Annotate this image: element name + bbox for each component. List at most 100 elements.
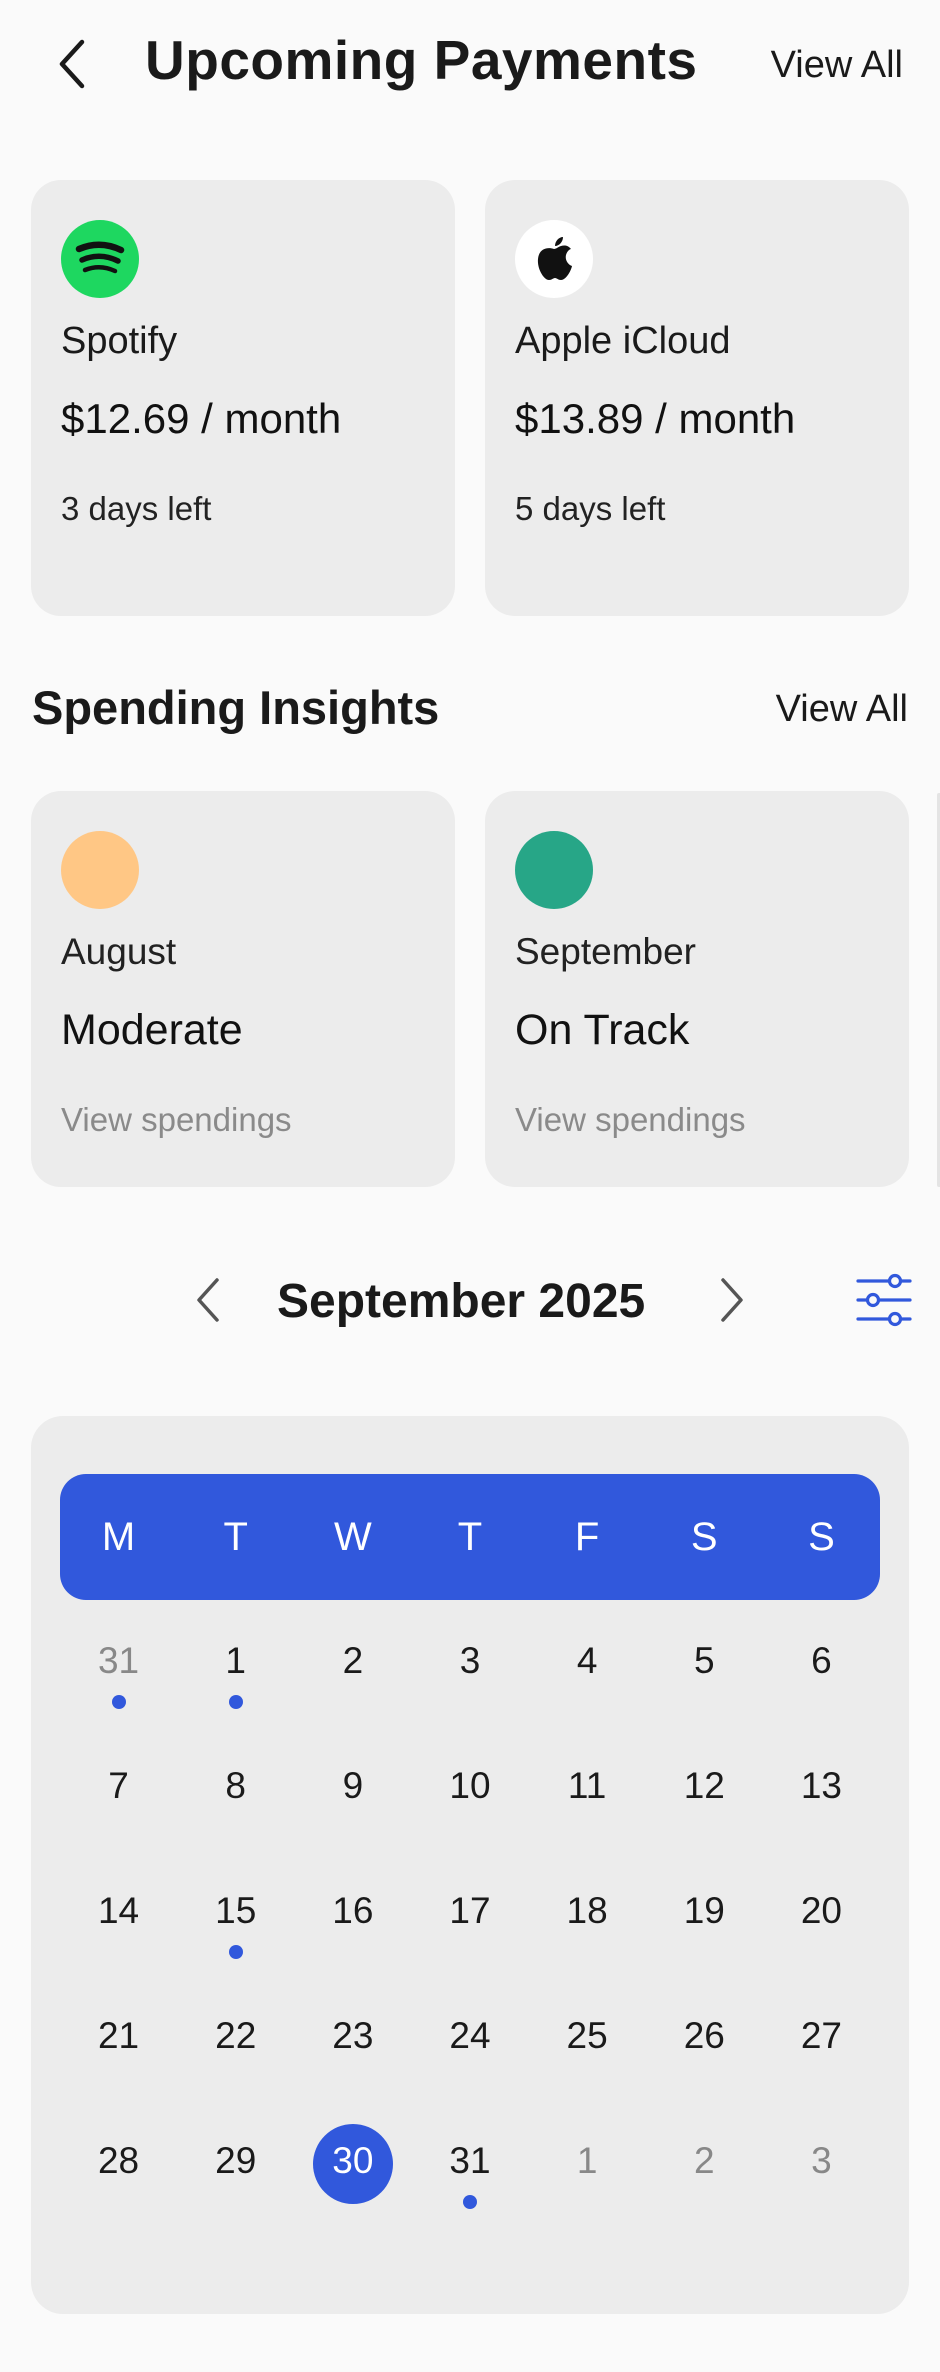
header: Upcoming Payments View All bbox=[0, 0, 940, 130]
calendar-day[interactable]: 7 bbox=[60, 1725, 177, 1850]
calendar-day-number: 2 bbox=[693, 2140, 715, 2181]
weekday-label: T bbox=[457, 1515, 483, 1559]
calendar-day[interactable]: 31 bbox=[60, 1600, 177, 1725]
payment-name: Apple iCloud bbox=[515, 320, 731, 362]
spotify-icon bbox=[61, 220, 139, 298]
calendar-day[interactable]: 3 bbox=[411, 1600, 528, 1725]
calendar-day[interactable]: 2 bbox=[646, 2100, 763, 2225]
calendar-day-number: 28 bbox=[97, 2140, 140, 2181]
payment-indicator-dot bbox=[111, 1695, 126, 1709]
calendar-day-number: 21 bbox=[97, 2015, 140, 2056]
spending-insights-title: Spending Insights bbox=[32, 681, 440, 734]
calendar-day[interactable]: 13 bbox=[763, 1725, 880, 1850]
calendar-day[interactable]: 29 bbox=[177, 2100, 294, 2225]
calendar-day-number: 4 bbox=[576, 1640, 598, 1681]
calendar-day-number: 6 bbox=[811, 1640, 832, 1681]
calendar-day-number: 2 bbox=[342, 1640, 364, 1681]
calendar-day-number: 24 bbox=[449, 2015, 491, 2056]
weekday-label: M bbox=[101, 1515, 136, 1559]
next-month-button[interactable] bbox=[704, 1260, 760, 1340]
previous-month-button[interactable] bbox=[180, 1260, 236, 1340]
calendar-day[interactable]: 19 bbox=[646, 1850, 763, 1975]
calendar-day[interactable]: 2 bbox=[294, 1600, 411, 1725]
calendar-day-number: 30 bbox=[332, 2140, 374, 2181]
calendar-day[interactable]: 11 bbox=[529, 1725, 646, 1850]
calendar-day-number: 27 bbox=[800, 2015, 842, 2056]
calendar-day[interactable]: 1 bbox=[177, 1600, 294, 1725]
calendar-day-number: 5 bbox=[693, 1640, 715, 1681]
calendar-day[interactable]: 14 bbox=[60, 1850, 177, 1975]
weekday-label: S bbox=[808, 1515, 835, 1559]
calendar-day[interactable]: 22 bbox=[177, 1975, 294, 2100]
insight-card-august[interactable]: August Moderate View spendings bbox=[31, 791, 455, 1187]
calendar-day[interactable]: 5 bbox=[646, 1600, 763, 1725]
weekday-label: W bbox=[333, 1515, 372, 1559]
calendar-day-number: 16 bbox=[332, 1890, 374, 1931]
calendar-day-number: 10 bbox=[449, 1765, 491, 1806]
calendar-week-row: 14 15 16 17 18 19 20 bbox=[31, 1850, 909, 1975]
weekday-label: S bbox=[690, 1515, 718, 1559]
calendar-day-number: 25 bbox=[566, 2015, 608, 2056]
calendar-day[interactable]: 28 bbox=[60, 2100, 177, 2225]
weekday-header: M T W T F S S bbox=[60, 1474, 880, 1600]
calendar-day[interactable]: 4 bbox=[529, 1600, 646, 1725]
calendar-day-selected[interactable]: 30 bbox=[294, 2100, 411, 2225]
calendar-day[interactable]: 17 bbox=[411, 1850, 528, 1975]
payment-card-spotify[interactable]: Spotify $12.69 / month 3 days left bbox=[31, 180, 455, 616]
payment-indicator-dot bbox=[228, 1695, 243, 1709]
calendar-day-number: 9 bbox=[342, 1765, 364, 1806]
calendar: M T W T F S S 31 1 2 3 4 5 6 7 8 9 10 11 12 13 14 15 16 1… bbox=[31, 1416, 909, 2314]
calendar-day-number: 3 bbox=[811, 2140, 832, 2181]
calendar-day[interactable]: 23 bbox=[294, 1975, 411, 2100]
calendar-week-row: 7 8 9 10 11 12 13 bbox=[31, 1725, 909, 1850]
calendar-day[interactable]: 21 bbox=[60, 1975, 177, 2100]
calendar-day[interactable]: 18 bbox=[529, 1850, 646, 1975]
calendar-day-number: 8 bbox=[225, 1765, 246, 1806]
view-spendings-link[interactable]: View spendings bbox=[61, 1101, 292, 1139]
calendar-day-number: 15 bbox=[215, 1890, 257, 1931]
back-button[interactable] bbox=[44, 30, 100, 98]
calendar-day[interactable]: 3 bbox=[763, 2100, 880, 2225]
calendar-day[interactable]: 12 bbox=[646, 1725, 763, 1850]
calendar-day[interactable]: 26 bbox=[646, 1975, 763, 2100]
calendar-day[interactable]: 8 bbox=[177, 1725, 294, 1850]
calendar-day-number: 1 bbox=[576, 2140, 598, 2181]
calendar-week-row: 31 1 2 3 4 5 6 bbox=[31, 1600, 909, 1725]
insight-month: September bbox=[515, 931, 696, 972]
calendar-day[interactable]: 15 bbox=[177, 1850, 294, 1975]
view-all-insights-link[interactable]: View All bbox=[776, 688, 908, 731]
calendar-day[interactable]: 20 bbox=[763, 1850, 880, 1975]
calendar-day-number: 23 bbox=[332, 2015, 374, 2056]
calendar-day[interactable]: 10 bbox=[411, 1725, 528, 1850]
calendar-day[interactable]: 1 bbox=[529, 2100, 646, 2225]
payment-days-left: 5 days left bbox=[515, 490, 666, 527]
calendar-day-number: 29 bbox=[215, 2140, 257, 2181]
chevron-left-icon bbox=[59, 39, 85, 89]
calendar-day-number: 13 bbox=[800, 1765, 842, 1806]
calendar-day[interactable]: 16 bbox=[294, 1850, 411, 1975]
insight-card-september[interactable]: September On Track View spendings bbox=[485, 791, 909, 1187]
month-navigation: September 2025 bbox=[0, 1260, 940, 1340]
calendar-week-row: 21 22 23 24 25 26 27 bbox=[31, 1975, 909, 2100]
insight-status: Moderate bbox=[61, 1006, 243, 1054]
calendar-day-number: 20 bbox=[800, 1890, 842, 1931]
chevron-right-icon bbox=[721, 1278, 743, 1322]
calendar-week-row: 28 29 30 31 1 2 3 bbox=[31, 2100, 909, 2225]
calendar-day[interactable]: 31 bbox=[411, 2100, 528, 2225]
calendar-day[interactable]: 24 bbox=[411, 1975, 528, 2100]
calendar-day[interactable]: 25 bbox=[529, 1975, 646, 2100]
calendar-day-number: 14 bbox=[97, 1890, 140, 1931]
view-all-payments-link[interactable]: View All bbox=[771, 44, 903, 87]
calendar-day-number: 22 bbox=[215, 2015, 257, 2056]
view-spendings-link[interactable]: View spendings bbox=[515, 1101, 746, 1139]
calendar-day[interactable]: 27 bbox=[763, 1975, 880, 2100]
filter-button[interactable] bbox=[850, 1266, 918, 1334]
weekday-label: T bbox=[223, 1515, 248, 1559]
calendar-day[interactable]: 6 bbox=[763, 1600, 880, 1725]
chevron-left-icon bbox=[197, 1278, 219, 1322]
calendar-day[interactable]: 9 bbox=[294, 1725, 411, 1850]
payment-card-apple-icloud[interactable]: Apple iCloud $13.89 / month 5 days left bbox=[485, 180, 909, 616]
calendar-day-number: 1 bbox=[225, 1640, 246, 1681]
calendar-day-number: 26 bbox=[683, 2015, 725, 2056]
insight-month: August bbox=[61, 931, 177, 972]
